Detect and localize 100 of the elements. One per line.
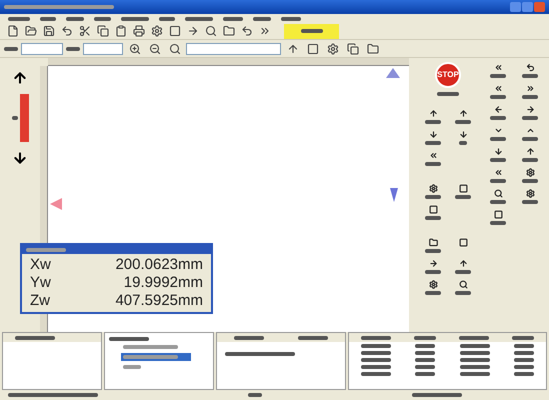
blurred-label: [425, 120, 441, 124]
blurred-label: [414, 336, 436, 340]
blurred-label: [415, 364, 436, 368]
blurred-label: [522, 74, 538, 78]
up-icon: [526, 126, 534, 135]
blurred-label: [490, 95, 506, 99]
fast-left-icon: [494, 84, 502, 93]
blurred-label: [459, 141, 467, 145]
right-arrow-icon: [526, 105, 534, 114]
blurred-label: [459, 336, 490, 340]
blurred-label: [109, 337, 149, 341]
blurred-label: [123, 345, 178, 349]
blurred-label: [522, 116, 538, 120]
blurred-label: [225, 352, 295, 356]
blurred-label: [425, 141, 441, 145]
blurred-label: [412, 393, 462, 397]
blurred-label: [94, 16, 111, 20]
blurred-label: [490, 158, 506, 162]
blurred-label: [121, 16, 149, 20]
blurred-label: [455, 270, 471, 274]
axis-label: Zw: [30, 292, 50, 310]
blurred-label: [123, 365, 141, 369]
blurred-label: [415, 350, 436, 354]
blurred-label: [514, 372, 534, 376]
folder-icon: [428, 238, 438, 247]
blurred-label: [361, 358, 392, 362]
step-icon: [494, 168, 502, 177]
blurred-label: [361, 364, 392, 368]
marker-triangle: [386, 68, 400, 78]
blurred-label: [425, 162, 441, 166]
blurred-label: [425, 195, 441, 199]
axis-label: Xw: [30, 256, 51, 274]
blurred-label: [15, 336, 55, 340]
blurred-label: [460, 344, 490, 348]
blurred-label: [123, 355, 178, 359]
arrow-icon: [428, 259, 438, 268]
blurred-label: [490, 200, 506, 204]
marker-triangle: [50, 198, 62, 210]
blurred-label: [514, 350, 534, 354]
search-icon: [494, 189, 502, 198]
blurred-label: [522, 95, 538, 99]
blurred-label: [425, 249, 441, 253]
blurred-label: [514, 344, 534, 348]
arrow-icon: [458, 259, 468, 268]
blurred-label: [455, 120, 471, 124]
blurred-label: [159, 16, 175, 20]
blurred-label: [8, 16, 30, 20]
blurred-label: [415, 344, 436, 348]
blurred-label: [425, 216, 441, 220]
step-icon: [428, 151, 438, 160]
square-icon: [458, 238, 468, 247]
blurred-label: [522, 158, 538, 162]
blurred-label: [40, 16, 56, 20]
left-arrow-icon: [494, 105, 502, 114]
blurred-label: [361, 350, 392, 354]
blurred-label: [298, 336, 328, 340]
blurred-label: [415, 372, 436, 376]
blurred-label: [425, 291, 441, 295]
coordinate-value: 19.9992mm: [124, 274, 203, 292]
blurred-label: [522, 179, 538, 183]
blurred-label: [490, 137, 506, 141]
coordinate-value: 200.0623mm: [115, 256, 203, 274]
search-icon: [458, 280, 468, 289]
blurred-label: [514, 358, 534, 362]
blurred-label: [26, 248, 66, 252]
coordinate-value: 407.5925mm: [115, 292, 203, 310]
stop-button[interactable]: STOP: [435, 62, 461, 88]
blurred-label: [437, 92, 459, 96]
blurred-label: [490, 179, 506, 183]
blurred-label: [360, 336, 391, 340]
up-arrow-icon: [526, 147, 534, 156]
blurred-label: [185, 16, 213, 20]
up-arrow-icon: [12, 70, 28, 86]
blurred-label: [460, 364, 490, 368]
blurred-label: [253, 16, 271, 20]
blurred-label: [455, 291, 471, 295]
blurred-label: [361, 372, 392, 376]
down-arrow-icon: [494, 147, 502, 156]
down-icon: [494, 126, 502, 135]
blurred-label: [66, 16, 84, 20]
blurred-label: [12, 116, 18, 120]
return-icon: [526, 63, 534, 72]
blurred-label: [361, 344, 392, 348]
blurred-label: [460, 358, 490, 362]
blurred-label: [223, 16, 243, 20]
gear-icon: [428, 280, 438, 289]
blurred-label: [4, 46, 18, 50]
blurred-label: [522, 137, 538, 141]
blurred-label: [512, 336, 534, 340]
blurred-label: [514, 364, 534, 368]
axis-label: Yw: [30, 274, 51, 292]
blurred-label: [248, 393, 262, 397]
blurred-label: [490, 116, 506, 120]
blurred-label: [300, 29, 322, 33]
fast-right-icon: [526, 84, 534, 93]
blurred-label: [425, 270, 441, 274]
z-position-bar: [20, 94, 28, 142]
blurred-label: [66, 46, 80, 50]
blurred-label: [234, 336, 264, 340]
blurred-label: [490, 74, 506, 78]
